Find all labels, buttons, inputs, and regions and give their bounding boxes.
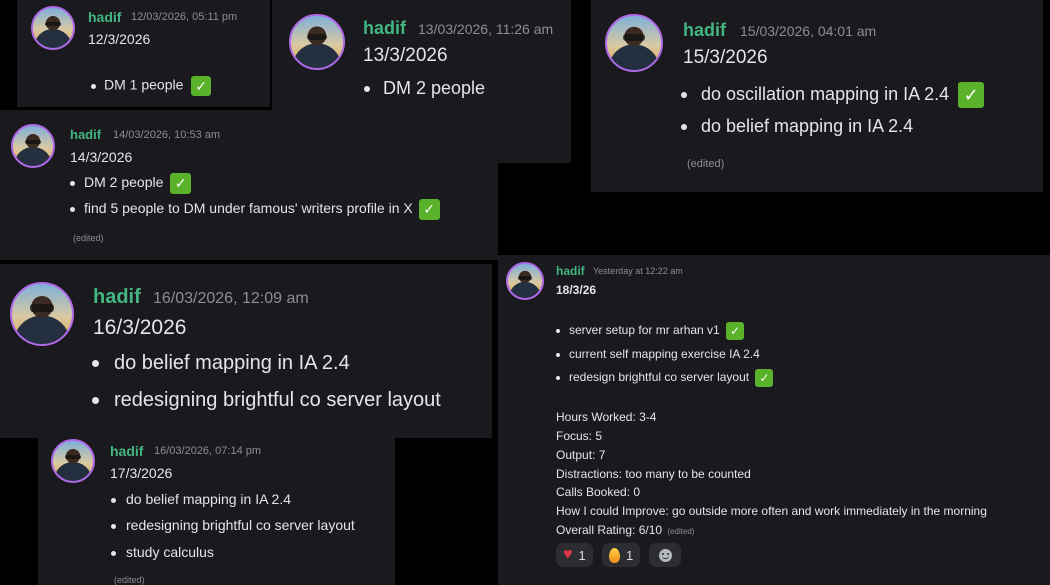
list-item-text: study calculus xyxy=(126,544,214,560)
username[interactable]: hadif xyxy=(88,9,121,25)
message-card-1: hadif 12/03/2026, 05:11 pm 12/3/2026 DM … xyxy=(17,0,270,107)
fire-icon xyxy=(609,547,620,563)
message-date: 17/3/2026 xyxy=(110,465,173,481)
list-item: do belief mapping in IA 2.4 xyxy=(111,491,291,507)
edited-label: (edited) xyxy=(73,233,104,243)
message-date: 13/3/2026 xyxy=(363,45,448,66)
check-icon: ✓ xyxy=(418,199,440,220)
message-card-7: hadif Yesterday at 12:22 am 18/3/26 serv… xyxy=(498,255,1050,585)
message-card-3: hadif 15/03/2026, 04:01 am 15/3/2026 do … xyxy=(591,0,1043,192)
list-item: do oscillation mapping in IA 2.4 ✓ xyxy=(681,82,985,108)
avatar[interactable] xyxy=(10,282,74,346)
list-item: DM 2 people ✓ xyxy=(70,173,192,194)
reaction-count: 1 xyxy=(578,547,586,563)
timestamp: 13/03/2026, 11:26 am xyxy=(418,21,554,37)
reaction-heart[interactable]: ♥ 1 xyxy=(556,543,593,567)
timestamp: 14/03/2026, 10:53 am xyxy=(113,129,221,141)
message-card-4: hadif 14/03/2026, 10:53 am 14/3/2026 DM … xyxy=(0,110,498,260)
list-item-text: redesigning brightful co server layout xyxy=(126,517,355,533)
username[interactable]: hadif xyxy=(363,18,406,39)
stat-distractions: Distractions: too many to be counted xyxy=(556,467,751,481)
avatar[interactable] xyxy=(51,439,95,483)
timestamp: 15/03/2026, 04:01 am xyxy=(740,23,877,39)
stat-rating-text: Overall Rating: 6/10 xyxy=(556,523,663,537)
list-item: redesign brightful co server layout ✓ xyxy=(556,369,774,387)
reaction-count: 1 xyxy=(626,547,634,563)
list-item-text: DM 1 people xyxy=(104,76,184,93)
list-item: do belief mapping in IA 2.4 xyxy=(92,352,350,375)
edited-label: (edited) xyxy=(667,527,695,536)
list-item: redesigning brightful co server layout xyxy=(92,389,441,412)
stat-output: Output: 7 xyxy=(556,448,606,462)
message-date: 12/3/2026 xyxy=(88,31,151,47)
list-item-text: redesign brightful co server layout xyxy=(569,370,750,385)
avatar[interactable] xyxy=(605,14,663,72)
avatar[interactable] xyxy=(506,262,544,300)
message-date: 15/3/2026 xyxy=(683,47,768,68)
stat-hours: Hours Worked: 3-4 xyxy=(556,410,657,424)
message-card-6: hadif 16/03/2026, 07:14 pm 17/3/2026 do … xyxy=(38,426,395,585)
list-item-text: do belief mapping in IA 2.4 xyxy=(126,491,292,507)
avatar[interactable] xyxy=(11,124,55,168)
timestamp: Yesterday at 12:22 am xyxy=(593,266,683,276)
edited-label: (edited) xyxy=(114,575,145,585)
heart-icon: ♥ xyxy=(563,546,573,563)
list-item-text: current self mapping exercise IA 2.4 xyxy=(569,347,760,361)
message-card-5: hadif 16/03/2026, 12:09 am 16/3/2026 do … xyxy=(0,264,492,438)
list-item: redesigning brightful co server layout xyxy=(111,517,355,533)
stat-rating: Overall Rating: 6/10 (edited) xyxy=(556,523,695,537)
list-item: DM 2 people xyxy=(364,78,485,99)
message-date: 16/3/2026 xyxy=(93,316,187,339)
add-reaction-button[interactable] xyxy=(649,543,681,567)
timestamp: 16/03/2026, 12:09 am xyxy=(153,290,309,307)
stat-calls: Calls Booked: 0 xyxy=(556,485,641,499)
add-reaction-icon xyxy=(658,548,672,562)
edited-label: (edited) xyxy=(687,158,725,170)
message-date: 14/3/2026 xyxy=(70,149,133,165)
check-icon: ✓ xyxy=(726,322,745,340)
username[interactable]: hadif xyxy=(556,264,585,278)
list-item: current self mapping exercise IA 2.4 xyxy=(556,347,760,361)
list-item-text: find 5 people to DM under famous' writer… xyxy=(84,200,413,217)
list-item-text: do belief mapping in IA 2.4 xyxy=(701,116,914,136)
avatar[interactable] xyxy=(289,14,345,70)
list-item-text: DM 2 people xyxy=(84,174,164,191)
list-item-text: DM 2 people xyxy=(383,78,486,98)
list-item: do belief mapping in IA 2.4 xyxy=(681,116,913,137)
list-item-text: redesigning brightful co server layout xyxy=(114,389,441,411)
check-icon: ✓ xyxy=(191,76,212,96)
timestamp: 12/03/2026, 05:11 pm xyxy=(131,11,238,23)
list-item-text: do belief mapping in IA 2.4 xyxy=(114,352,350,374)
username[interactable]: hadif xyxy=(93,286,141,309)
list-item: find 5 people to DM under famous' writer… xyxy=(70,199,440,220)
avatar[interactable] xyxy=(31,6,75,50)
list-item-text: do oscillation mapping in IA 2.4 xyxy=(701,83,950,104)
list-item: study calculus xyxy=(111,544,214,560)
message-date: 18/3/26 xyxy=(556,283,597,297)
stat-improve: How I could Improve: go outside more oft… xyxy=(556,504,987,518)
list-item: server setup for mr arhan v1 ✓ xyxy=(556,322,745,340)
check-icon: ✓ xyxy=(755,369,774,387)
list-item: DM 1 people ✓ xyxy=(91,76,212,96)
list-item-text: server setup for mr arhan v1 xyxy=(569,323,720,338)
username[interactable]: hadif xyxy=(683,20,726,41)
check-icon: ✓ xyxy=(170,173,192,194)
stat-focus: Focus: 5 xyxy=(556,429,603,443)
check-icon: ✓ xyxy=(958,82,985,108)
username[interactable]: hadif xyxy=(110,443,143,459)
reaction-fire[interactable]: 1 xyxy=(602,543,641,567)
timestamp: 16/03/2026, 07:14 pm xyxy=(154,445,262,457)
username[interactable]: hadif xyxy=(70,127,101,142)
